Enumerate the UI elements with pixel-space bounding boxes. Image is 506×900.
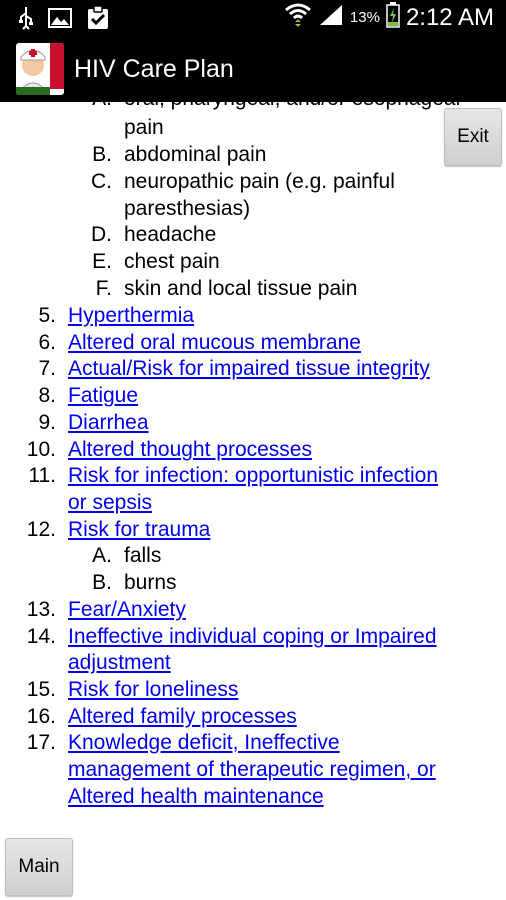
sub-item-text: falls bbox=[124, 544, 162, 567]
sub-item-marker: A. bbox=[92, 544, 112, 567]
sub-item-marker: D. bbox=[91, 223, 112, 246]
sub-item-marker: C. bbox=[91, 170, 112, 193]
link-fear-anxiety[interactable]: Fear/Anxiety bbox=[68, 597, 186, 624]
exit-button[interactable]: Exit bbox=[444, 108, 502, 166]
care-plan-content[interactable]: A. oral, pharyngeal, and/or esophageal p… bbox=[0, 102, 506, 900]
sub-item-text: chest pain bbox=[124, 250, 220, 273]
sub-item-text: headache bbox=[124, 223, 217, 246]
link-knowledge-deficit[interactable]: Knowledge deficit, Ineffective bbox=[68, 730, 340, 757]
link-ineffective-coping-cont[interactable]: adjustment bbox=[68, 650, 171, 677]
sub-item-marker: B. bbox=[92, 571, 112, 594]
item-number: 14. bbox=[26, 625, 56, 648]
link-impaired-tissue-integrity[interactable]: Actual/Risk for impaired tissue integrit… bbox=[68, 356, 430, 383]
sub-item-text: skin and local tissue pain bbox=[124, 277, 358, 300]
clipboard-check-icon bbox=[86, 5, 110, 35]
link-hyperthermia[interactable]: Hyperthermia bbox=[68, 303, 194, 330]
link-knowledge-deficit-cont2[interactable]: Altered health maintenance bbox=[68, 784, 324, 811]
app-logo-icon bbox=[16, 43, 64, 95]
link-diarrhea[interactable]: Diarrhea bbox=[68, 410, 149, 437]
action-bar: HIV Care Plan bbox=[0, 36, 506, 102]
wifi-icon bbox=[284, 2, 312, 33]
link-altered-family-processes[interactable]: Altered family processes bbox=[68, 704, 297, 731]
item-number: 5. bbox=[38, 304, 56, 327]
item-number: 13. bbox=[26, 598, 56, 621]
image-icon bbox=[48, 7, 72, 34]
link-altered-thought-processes[interactable]: Altered thought processes bbox=[68, 437, 312, 464]
link-risk-for-infection-cont[interactable]: or sepsis bbox=[68, 490, 152, 517]
sub-item-text: abdominal pain bbox=[124, 143, 267, 166]
signal-icon bbox=[318, 3, 344, 32]
link-fatigue[interactable]: Fatigue bbox=[68, 383, 138, 410]
sub-item-marker: A. bbox=[0, 102, 112, 113]
link-risk-for-infection[interactable]: Risk for infection: opportunistic infect… bbox=[68, 463, 438, 490]
sub-item-text: oral, pharyngeal, and/or esophageal bbox=[124, 102, 460, 113]
sub-item-marker: E. bbox=[92, 250, 112, 273]
link-knowledge-deficit-cont[interactable]: management of therapeutic regimen, or bbox=[68, 757, 436, 784]
sub-item-text: burns bbox=[124, 571, 177, 594]
item-number: 9. bbox=[38, 411, 56, 434]
item-number: 11. bbox=[28, 464, 56, 487]
link-risk-for-loneliness[interactable]: Risk for loneliness bbox=[68, 677, 238, 704]
status-bar: 13% 2:12 AM bbox=[0, 0, 506, 36]
clock: 2:12 AM bbox=[405, 3, 494, 31]
item-number: 6. bbox=[38, 331, 56, 354]
link-altered-oral-mucous-membrane[interactable]: Altered oral mucous membrane bbox=[68, 330, 361, 357]
battery-charging-icon bbox=[386, 2, 400, 33]
link-ineffective-coping[interactable]: Ineffective individual coping or Impaire… bbox=[68, 624, 437, 651]
sub-item-marker: F. bbox=[95, 277, 112, 300]
link-risk-for-trauma[interactable]: Risk for trauma bbox=[68, 517, 210, 544]
item-number: 15. bbox=[26, 678, 56, 701]
sub-item-marker: B. bbox=[92, 143, 112, 166]
item-number: 7. bbox=[38, 357, 56, 380]
system-icons: 13% 2:12 AM bbox=[284, 2, 494, 33]
main-button[interactable]: Main bbox=[5, 838, 73, 896]
item-number: 12. bbox=[26, 518, 56, 541]
sub-item-text: pain bbox=[124, 116, 164, 139]
battery-percent: 13% bbox=[349, 9, 380, 26]
item-number: 8. bbox=[38, 384, 56, 407]
item-number: 17. bbox=[26, 731, 56, 754]
usb-icon bbox=[18, 6, 34, 35]
item-number: 16. bbox=[26, 705, 56, 728]
notification-icons bbox=[18, 5, 110, 35]
app-title: HIV Care Plan bbox=[74, 54, 234, 83]
item-number: 10. bbox=[26, 438, 56, 461]
sub-item-text: neuropathic pain (e.g. painful paresthesi… bbox=[124, 170, 395, 220]
